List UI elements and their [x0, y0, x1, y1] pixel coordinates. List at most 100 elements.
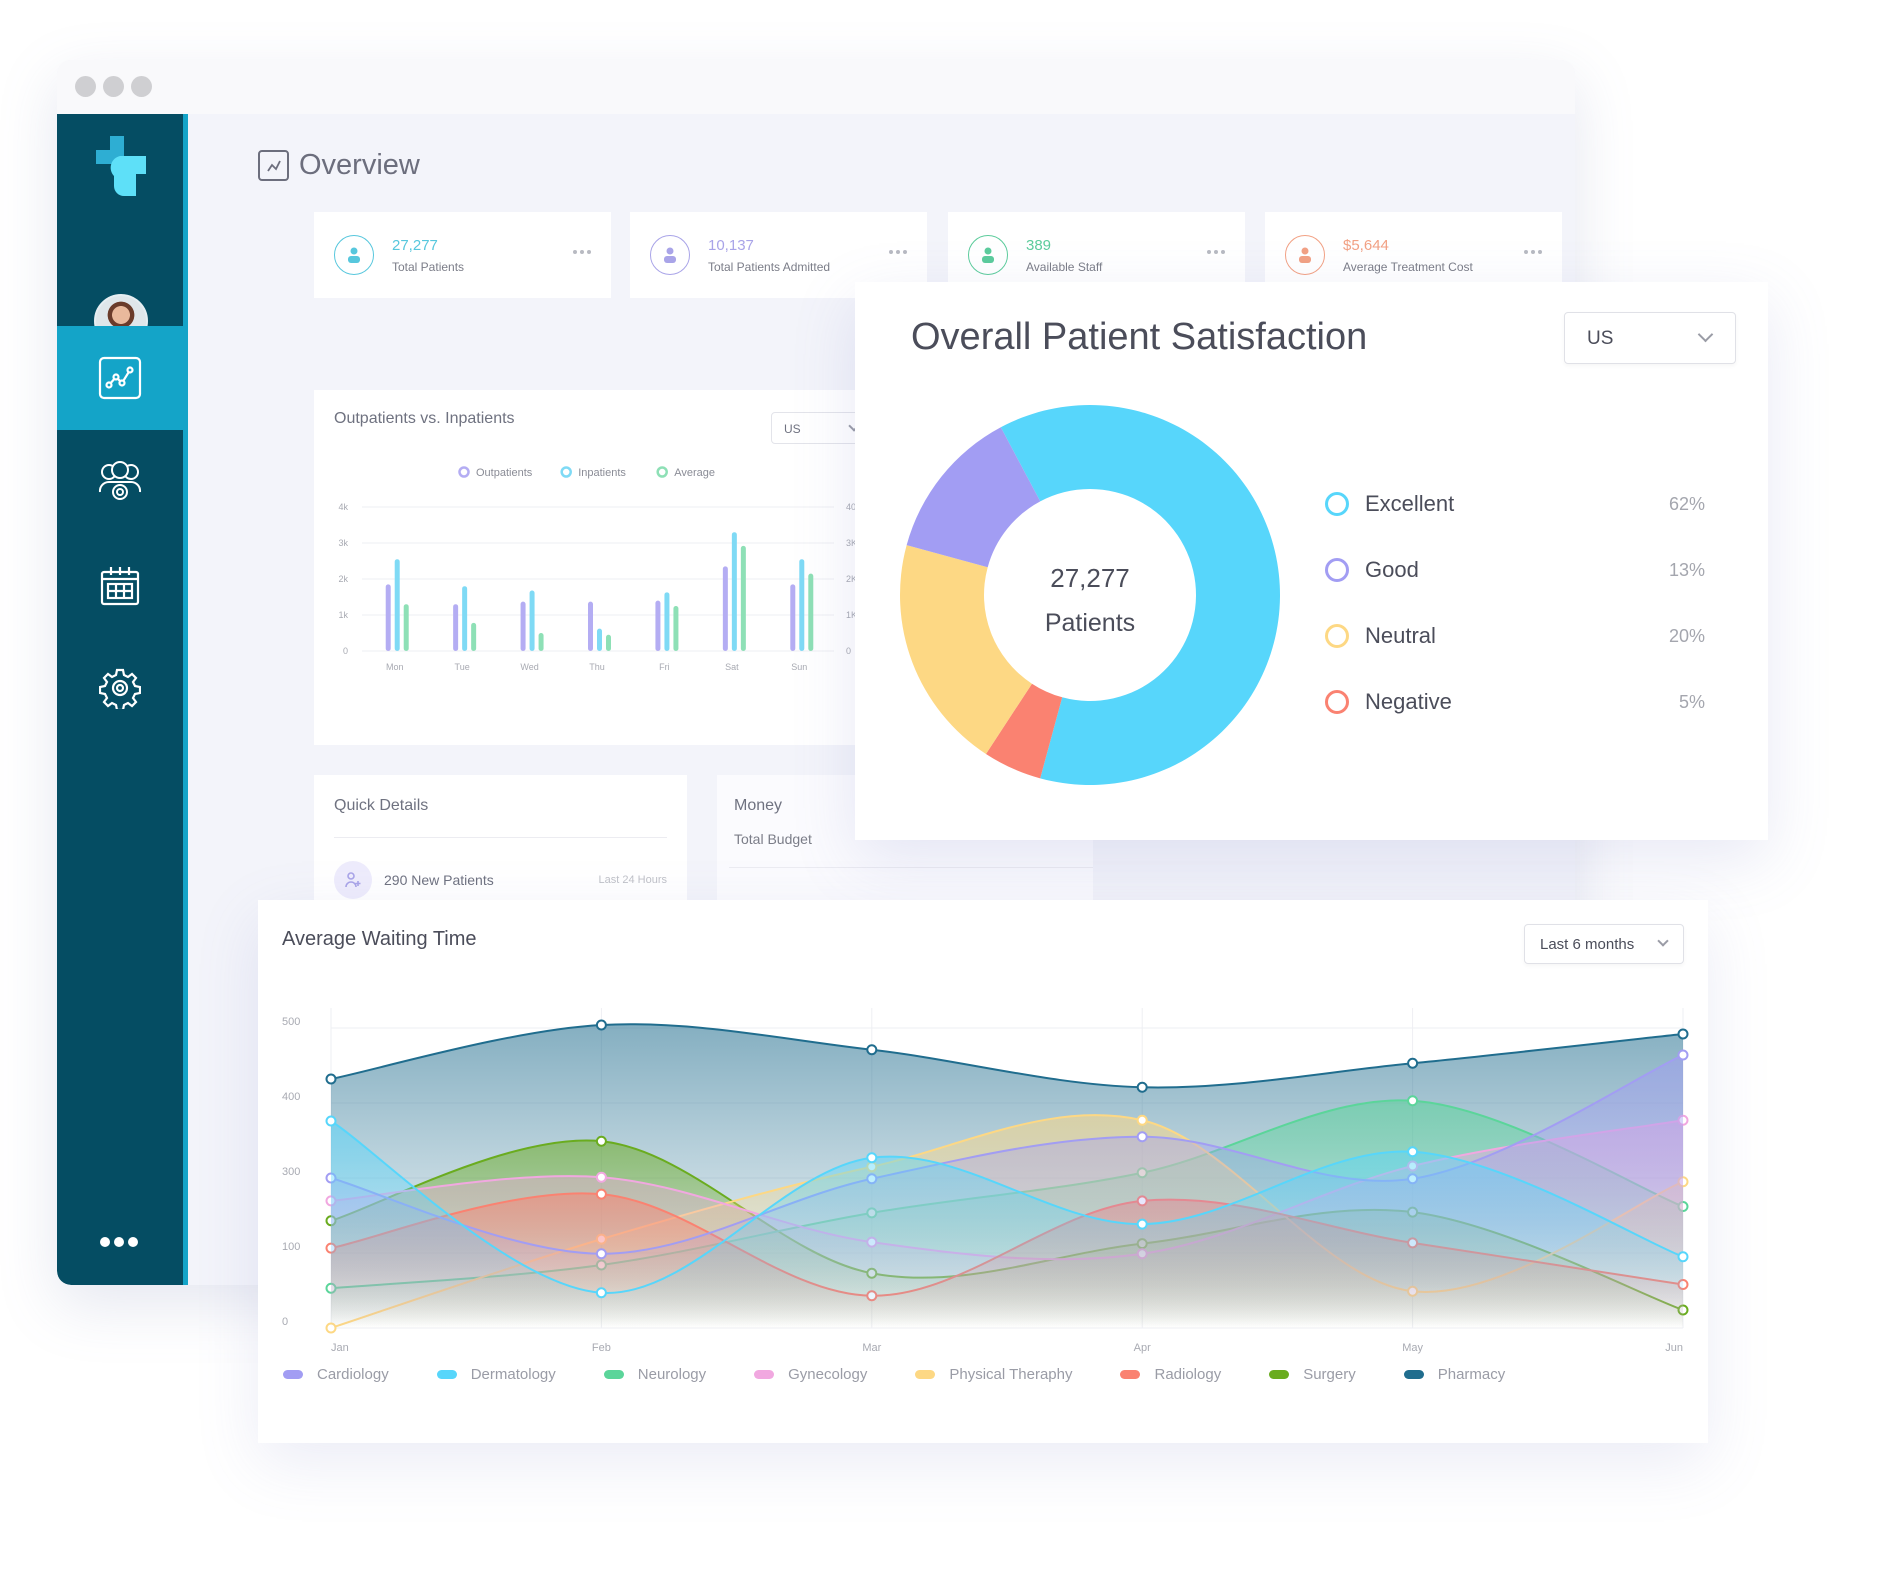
legend-percent: 20% [1668, 625, 1705, 646]
y-tick-left: 0 [343, 646, 348, 656]
sidebar-item-calendar[interactable] [57, 534, 183, 638]
bar-inpatients[interactable] [597, 628, 602, 651]
data-point[interactable] [866, 1152, 878, 1164]
y-tick-left: 4k [338, 502, 348, 512]
bar-average[interactable] [740, 545, 746, 651]
quick-detail-row[interactable]: 290 New Patients Last 24 Hours [334, 860, 667, 900]
donut-center-value: 27,277 [1050, 563, 1130, 593]
x-tick: Thu [589, 662, 605, 672]
more-icon[interactable] [100, 1237, 138, 1247]
outpatients-inpatients-card: Outpatients vs. Inpatients US 0 0 1k 1K 2k 2K… [314, 390, 891, 745]
legend-label: Dermatology [470, 1366, 556, 1383]
more-options-icon[interactable] [573, 250, 591, 254]
data-point[interactable] [1677, 1251, 1689, 1263]
more-options-icon[interactable] [1524, 250, 1542, 254]
logo[interactable] [57, 114, 183, 218]
divider [729, 867, 1093, 868]
x-tick: Tue [455, 662, 470, 672]
legend-swatch [283, 1370, 303, 1379]
legend-item[interactable]: Excellent 62% [1325, 487, 1705, 521]
legend-item[interactable]: Negative 5% [1325, 685, 1705, 719]
data-point[interactable] [1136, 1131, 1148, 1143]
bar-outpatients[interactable] [520, 601, 526, 651]
data-point[interactable] [595, 1171, 607, 1183]
legend-item[interactable]: Gynecology [754, 1366, 867, 1383]
page-title: Overview [258, 149, 420, 182]
satisfaction-region-select[interactable]: US [1564, 312, 1736, 364]
legend-item[interactable]: Surgery [1269, 1366, 1356, 1383]
stat-value: 389 [1026, 236, 1052, 254]
x-tick: Mar [862, 1342, 881, 1354]
legend-label: Average [674, 467, 715, 479]
bar-outpatients[interactable] [453, 604, 459, 651]
bar-average[interactable] [471, 622, 477, 651]
x-tick: Jun [1665, 1342, 1683, 1354]
bar-average[interactable] [538, 633, 544, 651]
data-point[interactable] [595, 1019, 607, 1031]
bar-average[interactable] [808, 573, 814, 651]
bar-outpatients[interactable] [588, 601, 593, 651]
data-point[interactable] [1136, 1114, 1148, 1126]
bar-inpatients[interactable] [799, 559, 805, 651]
average-waiting-time-card: Average Waiting Time Last 6 months 0 100 3… [258, 900, 1708, 1443]
data-point[interactable] [1136, 1081, 1148, 1093]
data-point[interactable] [1677, 1049, 1689, 1061]
legend-item[interactable]: Dermatology [436, 1366, 556, 1383]
data-point[interactable] [1136, 1218, 1148, 1230]
waiting-time-chart: 0 100 300 400 500 Jan Feb Mar Apr May Jun [282, 1008, 1689, 1354]
bar-inpatients[interactable] [664, 592, 670, 651]
legend-item[interactable]: Physical Theraphy [915, 1366, 1072, 1383]
window-maximize-button[interactable] [131, 76, 152, 97]
data-point[interactable] [1407, 1146, 1419, 1158]
x-tick: Fri [659, 662, 670, 672]
satisfaction-donut: 27,277 Patients [900, 405, 1280, 785]
bar-outpatients[interactable] [655, 600, 661, 651]
gear-icon [99, 668, 141, 709]
bar-inpatients[interactable] [731, 532, 737, 651]
bar-outpatients[interactable] [722, 566, 728, 651]
bar-average[interactable] [673, 606, 679, 651]
data-point[interactable] [866, 1044, 878, 1056]
more-options-icon[interactable] [889, 250, 907, 254]
data-point[interactable] [1407, 1057, 1419, 1069]
legend-item[interactable]: Pharmacy [1403, 1366, 1505, 1383]
legend-swatch [915, 1370, 936, 1379]
bar-inpatients[interactable] [462, 586, 468, 651]
bar-outpatients[interactable] [790, 584, 796, 651]
legend-item[interactable]: Radiology [1120, 1366, 1221, 1383]
data-point[interactable] [325, 1115, 337, 1127]
bar-average[interactable] [403, 604, 409, 651]
legend-percent: 13% [1668, 559, 1705, 580]
data-point[interactable] [595, 1188, 607, 1200]
more-options-icon[interactable] [1207, 250, 1225, 254]
stat-card[interactable]: 27,277 Total Patients [314, 212, 611, 298]
bar-outpatients[interactable] [385, 584, 391, 651]
data-point[interactable] [595, 1287, 607, 1299]
admitted-icon [650, 235, 690, 275]
bar-inpatients[interactable] [394, 559, 400, 651]
data-point[interactable] [595, 1248, 607, 1260]
data-point[interactable] [1407, 1095, 1419, 1107]
legend-label: Outpatients [476, 467, 533, 479]
data-point[interactable] [325, 1073, 337, 1085]
data-point[interactable] [595, 1135, 607, 1147]
data-point[interactable] [1677, 1028, 1689, 1040]
legend-item[interactable]: Cardiology [283, 1366, 389, 1383]
y-tick: 400 [282, 1091, 300, 1103]
bar-inpatients[interactable] [529, 590, 535, 651]
quick-detail-text: 290 New Patients [384, 872, 494, 888]
chart-legend: Cardiology Dermatology Neurology Gynecol… [283, 1366, 1553, 1383]
sidebar-item-overview[interactable] [57, 326, 183, 430]
legend-item[interactable]: Neurology [603, 1366, 706, 1383]
window-minimize-button[interactable] [103, 76, 124, 97]
bar-average[interactable] [606, 634, 611, 651]
divider [334, 837, 667, 838]
sidebar-item-settings[interactable] [57, 636, 183, 740]
legend-item[interactable]: Neutral 20% [1325, 619, 1705, 653]
window-close-button[interactable] [75, 76, 96, 97]
legend-label: Gynecology [788, 1366, 868, 1383]
y-tick: 0 [282, 1316, 288, 1328]
sidebar-item-staff[interactable] [57, 430, 183, 534]
legend-marker [1325, 558, 1349, 582]
legend-item[interactable]: Good 13% [1325, 553, 1705, 587]
